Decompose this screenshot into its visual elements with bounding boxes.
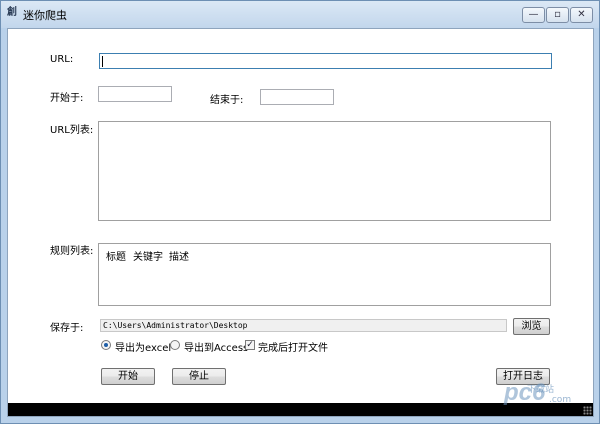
save-label: 保存于: <box>50 323 84 334</box>
url-label: URL: <box>50 54 74 65</box>
close-button[interactable]: ✕ <box>570 7 593 23</box>
export-access-radio[interactable] <box>170 340 180 350</box>
client-area: URL: 开始于: 结束于: URL列表: 规则列表: 标题 关键字 描述 保存… <box>7 28 594 417</box>
url-list-label: URL列表: <box>50 125 94 136</box>
minimize-button[interactable]: — <box>522 7 545 23</box>
end-label: 结束于: <box>210 95 244 106</box>
start-label: 开始于: <box>50 93 84 104</box>
watermark-subtitle: 下载站 <box>527 385 555 395</box>
rules-column-title: 标题 <box>106 252 126 263</box>
browse-button[interactable]: 浏览 <box>513 318 550 335</box>
text-caret <box>102 56 103 67</box>
watermark-suffix: .com <box>549 395 572 405</box>
resize-grip-icon[interactable] <box>583 406 592 415</box>
start-input[interactable] <box>98 86 172 102</box>
title-bar[interactable]: 創 迷你爬虫 — ▫ ✕ <box>1 1 599 28</box>
url-input[interactable] <box>99 53 552 69</box>
end-input[interactable] <box>260 89 334 105</box>
window-title: 迷你爬虫 <box>23 9 67 22</box>
stop-button[interactable]: 停止 <box>172 368 226 385</box>
main-window: 創 迷你爬虫 — ▫ ✕ URL: 开始于: 结束于: URL列表: 规则列表:… <box>0 0 600 424</box>
radio-selected-dot <box>104 343 108 347</box>
rules-list-label: 规则列表: <box>50 246 94 257</box>
export-excel-radio[interactable] <box>101 340 111 350</box>
save-path-field[interactable]: C:\Users\Administrator\Desktop <box>100 319 507 332</box>
url-list-textarea[interactable] <box>98 121 551 221</box>
rules-column-description: 描述 <box>169 252 189 263</box>
spider-app-icon: 創 <box>7 7 17 18</box>
export-excel-label: 导出为excel <box>115 343 172 354</box>
maximize-button[interactable]: ▫ <box>546 7 569 23</box>
rules-column-keyword: 关键字 <box>133 252 163 263</box>
open-after-label: 完成后打开文件 <box>258 343 328 354</box>
rules-list[interactable]: 标题 关键字 描述 <box>98 243 551 306</box>
open-after-checkbox[interactable]: ✓ <box>245 340 255 350</box>
start-button[interactable]: 开始 <box>101 368 155 385</box>
export-access-label: 导出到Access <box>184 343 249 354</box>
